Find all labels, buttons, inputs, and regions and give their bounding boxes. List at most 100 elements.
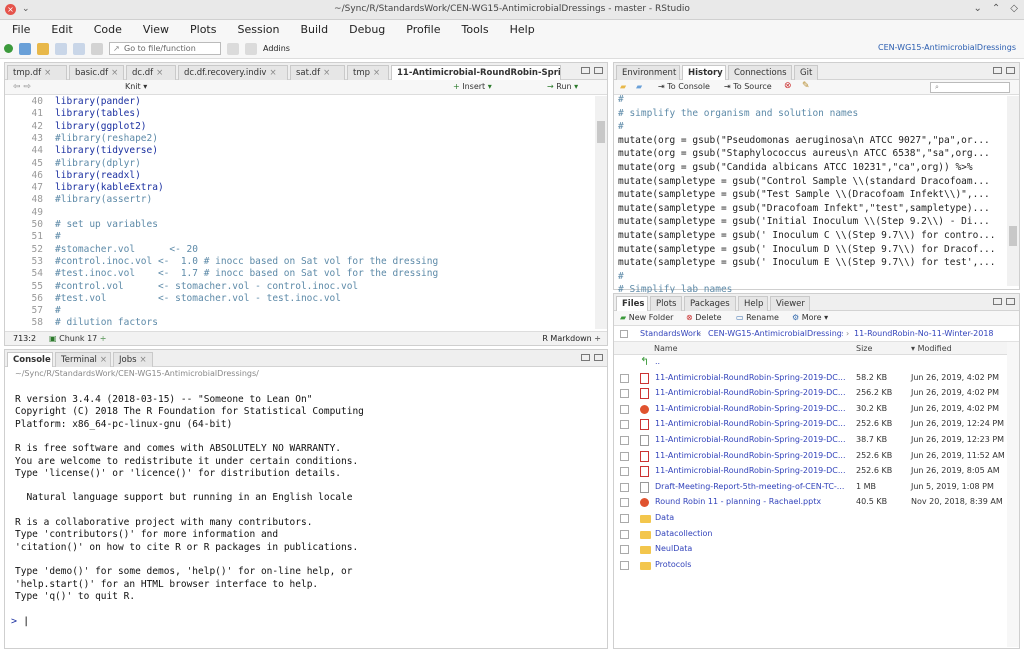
code-line[interactable]: # xyxy=(55,231,61,242)
file-checkbox[interactable] xyxy=(620,545,629,555)
tab-terminal[interactable]: Terminal × xyxy=(55,352,111,367)
file-name[interactable]: 11-Antimicrobial-RoundRobin-Spring-2019-… xyxy=(655,451,850,460)
file-row[interactable]: Round Robin 11 - planning - Rachael.pptx… xyxy=(614,495,1009,510)
file-name[interactable]: 11-Antimicrobial-RoundRobin-Spring-2019-… xyxy=(655,435,850,444)
maximize-pane-icon[interactable] xyxy=(594,67,603,74)
tab-connections[interactable]: Connections xyxy=(728,65,792,80)
file-row[interactable]: Protocols xyxy=(614,558,1009,573)
file-name[interactable]: .. xyxy=(655,357,850,366)
menu-profile[interactable]: Profile xyxy=(406,23,440,36)
editor-scrollbar[interactable] xyxy=(595,96,607,329)
close-icon[interactable]: × xyxy=(323,68,330,78)
new-folder-button[interactable]: ▰ New Folder xyxy=(620,313,673,322)
minimize-pane-icon[interactable] xyxy=(993,298,1002,305)
new-project-icon[interactable] xyxy=(19,42,31,55)
files-scrollbar[interactable] xyxy=(1007,342,1019,647)
menu-edit[interactable]: Edit xyxy=(51,23,72,36)
history-scrollbar[interactable] xyxy=(1007,96,1019,286)
delete-button[interactable]: ⊗ Delete xyxy=(686,313,722,322)
file-name[interactable]: 11-Antimicrobial-RoundRobin-Spring-2019-… xyxy=(655,373,850,382)
git-icon[interactable] xyxy=(227,42,239,55)
tab-help[interactable]: Help xyxy=(738,296,768,311)
tab-basic-df[interactable]: basic.df × xyxy=(69,65,124,80)
remove-entries-icon[interactable]: ⊗ xyxy=(784,81,792,91)
minimize-pane-icon[interactable] xyxy=(993,67,1002,74)
project-menu[interactable]: CEN-WG15-AntimicrobialDressings xyxy=(878,43,1016,52)
history-entry[interactable]: mutate(org = gsub("Staphylococcus aureus… xyxy=(618,148,1000,159)
history-entry[interactable]: mutate(org = gsub("Pseudomonas aeruginos… xyxy=(618,135,1000,146)
breadcrumb-project[interactable]: CEN-WG15-AntimicrobialDressings xyxy=(708,329,843,338)
history-search-input[interactable]: ⌕ xyxy=(930,82,1010,93)
console-prompt[interactable]: > | xyxy=(11,616,29,627)
file-checkbox[interactable] xyxy=(620,514,629,523)
save-all-icon[interactable] xyxy=(73,42,85,55)
history-entry[interactable]: # xyxy=(618,121,1000,132)
maximize-pane-icon[interactable] xyxy=(1006,67,1015,74)
minimize-pane-icon[interactable] xyxy=(581,354,590,361)
file-checkbox[interactable] xyxy=(620,560,629,570)
menu-debug[interactable]: Debug xyxy=(349,23,385,36)
tab-viewer[interactable]: Viewer xyxy=(770,296,810,311)
print-icon[interactable] xyxy=(91,42,103,55)
maximize-button[interactable]: ⌃ xyxy=(992,3,1000,14)
file-name[interactable]: 11-Antimicrobial-RoundRobin-Spring-2019-… xyxy=(655,466,850,475)
history-entry[interactable]: mutate(sampletype = gsub(' Inoculum D \\… xyxy=(618,244,1000,255)
maximize-pane-icon[interactable] xyxy=(1006,298,1015,305)
file-name[interactable]: Draft-Meeting-Report-5th-meeting-of-CEN-… xyxy=(655,482,850,491)
tab-files[interactable]: Files xyxy=(616,296,648,311)
file-name[interactable]: Data xyxy=(655,513,850,522)
file-checkbox[interactable] xyxy=(620,389,629,399)
history-entry[interactable]: mutate(sampletype = gsub("Control Sample… xyxy=(618,176,1000,187)
file-row[interactable]: Datacollection xyxy=(614,527,1009,542)
history-entry[interactable]: mutate(sampletype = gsub('Initial Inocul… xyxy=(618,216,1000,227)
history-entry[interactable]: # xyxy=(618,94,1000,105)
menu-session[interactable]: Session xyxy=(237,23,279,36)
file-checkbox[interactable] xyxy=(620,373,629,383)
knit-button[interactable]: Knit ▾ xyxy=(125,82,147,91)
console-path[interactable]: ~/Sync/R/StandardsWork/CEN-WG15-Antimicr… xyxy=(15,369,259,378)
close-icon[interactable]: × xyxy=(44,68,51,78)
code-line[interactable]: #control.vol <- stomacher.vol - control.… xyxy=(55,281,358,292)
tab-dc-df-recovery[interactable]: dc.df.recovery.indiv × xyxy=(178,65,288,80)
code-line[interactable]: #stomacher.vol <- 20 xyxy=(55,244,198,255)
scroll-thumb[interactable] xyxy=(1009,226,1017,246)
tab-console[interactable]: Console xyxy=(7,352,53,367)
goto-file-input[interactable]: Go to file/function xyxy=(109,42,221,55)
file-type-menu[interactable]: R Markdown ÷ xyxy=(542,334,601,343)
code-line[interactable]: #library(dplyr) xyxy=(55,158,141,169)
file-checkbox[interactable] xyxy=(620,451,629,461)
load-history-icon[interactable]: ▰ xyxy=(620,82,626,91)
open-file-icon[interactable] xyxy=(37,42,49,55)
code-line[interactable]: #test.vol <- stomacher.vol - test.inoc.v… xyxy=(55,293,341,304)
file-name[interactable]: Round Robin 11 - planning - Rachael.pptx xyxy=(655,497,850,506)
close-icon[interactable]: × xyxy=(373,68,380,78)
tab-plots[interactable]: Plots xyxy=(650,296,682,311)
code-line[interactable]: #test.inoc.vol <- 1.7 # inocc based on S… xyxy=(55,268,438,279)
tab-tmp-df[interactable]: tmp.df × xyxy=(7,65,67,80)
restore-button[interactable]: ◇ xyxy=(1010,3,1018,14)
menu-view[interactable]: View xyxy=(143,23,169,36)
save-icon[interactable] xyxy=(55,42,67,55)
history-entry[interactable]: mutate(sampletype = gsub("Dracofoam Infe… xyxy=(618,203,1000,214)
file-row[interactable]: 11-Antimicrobial-RoundRobin-Spring-2019-… xyxy=(614,449,1009,464)
file-name[interactable]: 11-Antimicrobial-RoundRobin-Spring-2019-… xyxy=(655,404,850,413)
tab-tmp[interactable]: tmp × xyxy=(347,65,389,80)
file-checkbox[interactable] xyxy=(620,498,629,508)
close-icon[interactable]: × xyxy=(111,68,118,78)
code-line[interactable]: library(tables) xyxy=(55,108,141,119)
file-name[interactable]: 11-Antimicrobial-RoundRobin-Spring-2019-… xyxy=(655,388,850,397)
menu-plots[interactable]: Plots xyxy=(190,23,216,36)
file-checkbox[interactable] xyxy=(620,529,629,539)
column-size[interactable]: Size xyxy=(856,344,872,353)
file-row[interactable]: Draft-Meeting-Report-5th-meeting-of-CEN-… xyxy=(614,480,1009,495)
code-line[interactable]: #library(assertr) xyxy=(55,194,152,205)
close-icon[interactable]: × xyxy=(140,355,147,365)
history-entry[interactable]: mutate(sampletype = gsub("Test Sample \\… xyxy=(618,189,1000,200)
code-line[interactable]: # set up variables xyxy=(55,219,158,230)
code-line[interactable]: #library(reshape2) xyxy=(55,133,158,144)
file-row[interactable]: 11-Antimicrobial-RoundRobin-Spring-2019-… xyxy=(614,464,1009,479)
code-line[interactable]: # xyxy=(55,305,61,316)
to-console-button[interactable]: ⇥ To Console xyxy=(658,82,710,91)
tab-dc-df[interactable]: dc.df × xyxy=(126,65,176,80)
tab-roundrobin-rmd[interactable]: 11-Antimicrobial-RoundRobin-Spri...× xyxy=(391,65,561,80)
